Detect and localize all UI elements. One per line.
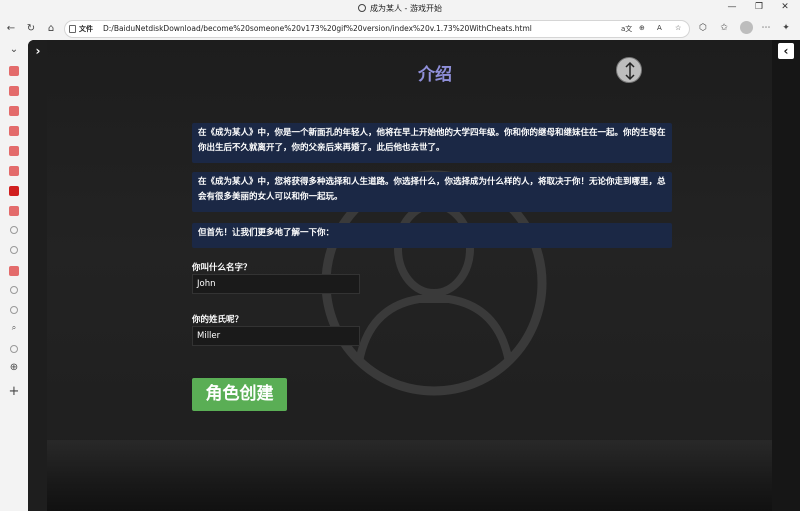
sidebar-tab-icon[interactable] xyxy=(9,166,19,176)
sidebar-collapse-icon[interactable]: ⌄ xyxy=(8,44,20,55)
more-menu-icon[interactable]: ⋯ xyxy=(760,22,772,34)
zoom-icon[interactable]: ⊕ xyxy=(639,24,645,32)
open-left-panel-icon[interactable]: › xyxy=(30,43,46,59)
file-icon xyxy=(69,25,76,33)
add-tab-icon[interactable]: + xyxy=(8,384,20,399)
favorite-star-icon[interactable]: ☆ xyxy=(675,24,681,32)
close-window-button[interactable]: ✕ xyxy=(778,2,792,12)
sidebar-tab-icon[interactable] xyxy=(10,286,18,294)
translate-icon[interactable]: a文 xyxy=(621,24,632,34)
left-panel-strip: › xyxy=(28,40,47,511)
url-scheme-label: 文件 xyxy=(79,25,93,33)
page-title: 介绍 xyxy=(418,65,452,85)
sidebar-tab-icon[interactable] xyxy=(10,226,18,234)
browser-sidebar: ⌄ ⌕ ⊕ + xyxy=(0,40,28,511)
browser-toolbar: ← ↻ ⌂ 文件 D:/BaiduNetdiskDownload/become%… xyxy=(0,18,800,40)
sidebar-tab-icon[interactable] xyxy=(10,306,18,314)
refresh-button[interactable]: ↻ xyxy=(24,22,38,36)
favorites-icon[interactable]: ✩ xyxy=(718,22,730,34)
bottom-shade xyxy=(47,440,772,511)
home-button[interactable]: ⌂ xyxy=(44,22,58,36)
last-name-label: 你的姓氏呢？ xyxy=(192,315,244,325)
window-title-bar: 成为某人 - 游戏开始 — ❐ ✕ xyxy=(0,0,800,18)
sidebar-tab-icon[interactable] xyxy=(10,345,18,353)
url-text[interactable]: D:/BaiduNetdiskDownload/become%20someone… xyxy=(103,24,532,33)
sidebar-tab-icon[interactable] xyxy=(9,266,19,276)
first-name-field[interactable]: John xyxy=(192,274,360,294)
restore-button[interactable]: ❐ xyxy=(752,2,766,12)
sidebar-tab-icon[interactable] xyxy=(9,146,19,156)
sidebar-tab-icon[interactable] xyxy=(10,246,18,254)
back-button[interactable]: ← xyxy=(4,22,18,36)
globe-icon[interactable]: ⊕ xyxy=(8,362,20,373)
first-name-label: 你叫什么名字？ xyxy=(192,263,252,273)
sidebar-tab-icon[interactable] xyxy=(9,186,19,196)
search-icon[interactable]: ⌕ xyxy=(8,323,20,333)
extensions-icon[interactable]: ⬡ xyxy=(697,22,709,34)
last-name-field[interactable]: Miller xyxy=(192,326,360,346)
intro-paragraph: 但首先！让我们更多地了解一下你： xyxy=(192,223,672,248)
sidebar-tab-icon[interactable] xyxy=(9,126,19,136)
open-right-panel-icon[interactable]: ‹ xyxy=(778,43,794,59)
right-panel-strip: ‹ xyxy=(772,40,800,511)
vertical-arrows-icon xyxy=(625,61,635,81)
sidebar-tab-icon[interactable] xyxy=(9,106,19,116)
window-title: 成为某人 - 游戏开始 xyxy=(0,3,800,14)
address-bar[interactable]: 文件 D:/BaiduNetdiskDownload/become%20some… xyxy=(64,20,690,38)
sidebar-tab-icon[interactable] xyxy=(9,66,19,76)
copilot-icon[interactable]: ✦ xyxy=(780,22,792,34)
create-character-button[interactable]: 角色创建 xyxy=(192,378,287,411)
intro-paragraph: 在《成为某人》中，你是一个新面孔的年轻人，他将在早上开始他的大学四年级。你和你的… xyxy=(192,123,672,163)
read-aloud-icon[interactable]: A xyxy=(657,24,662,32)
profile-avatar[interactable] xyxy=(740,21,753,34)
scroll-toggle-button[interactable] xyxy=(616,57,642,83)
game-viewport: › 介绍 在《成为某人》中，你是一个新面孔的年轻人，他将在早上开始他的大学四年级… xyxy=(28,40,800,511)
sidebar-tab-icon[interactable] xyxy=(9,86,19,96)
minimize-button[interactable]: — xyxy=(725,2,739,12)
sidebar-tab-icon[interactable] xyxy=(9,206,19,216)
intro-paragraph: 在《成为某人》中，您将获得多种选择和人生道路。你选择什么，你选择成为什么样的人，… xyxy=(192,172,672,212)
globe-icon xyxy=(358,4,366,12)
